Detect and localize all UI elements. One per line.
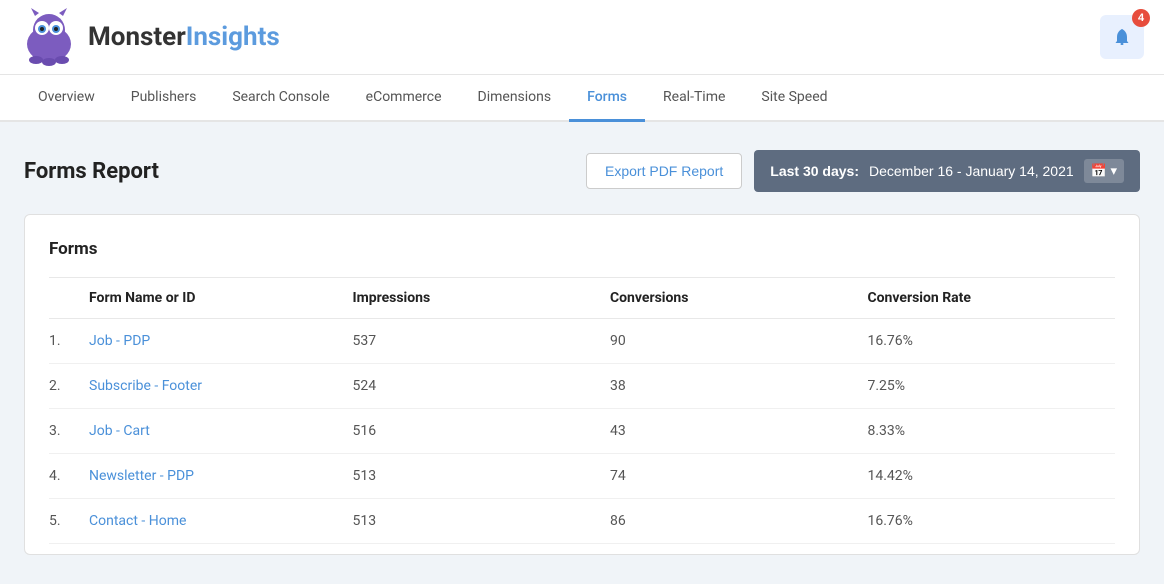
data-table: Form Name or ID Impressions Conversions … (49, 277, 1115, 544)
rate-cell: 7.25% (857, 364, 1115, 409)
export-pdf-button[interactable]: Export PDF Report (586, 153, 742, 189)
page-title: Forms Report (24, 159, 159, 184)
col-header-num (49, 278, 79, 319)
nav-item-forms[interactable]: Forms (569, 75, 645, 122)
form-name-link[interactable]: Subscribe - Footer (89, 378, 202, 394)
col-header-name: Form Name or ID (79, 278, 342, 319)
impressions-cell: 513 (342, 499, 600, 544)
table-card: Forms Form Name or ID Impressions Conver… (24, 214, 1140, 555)
logo-text: MonsterInsights (88, 22, 280, 52)
form-name-link[interactable]: Job - Cart (89, 423, 150, 439)
nav-item-overview[interactable]: Overview (20, 75, 113, 122)
table-section-title: Forms (49, 239, 1115, 259)
notification-button[interactable]: 4 (1100, 15, 1144, 59)
col-header-impressions: Impressions (342, 278, 600, 319)
nav-item-publishers[interactable]: Publishers (113, 75, 215, 122)
impressions-cell: 513 (342, 454, 600, 499)
rate-cell: 16.76% (857, 499, 1115, 544)
form-name-cell: Job - PDP (79, 319, 342, 364)
col-header-conversions: Conversions (600, 278, 858, 319)
table-row: 5. Contact - Home 513 86 16.76% (49, 499, 1115, 544)
nav-item-search-console[interactable]: Search Console (214, 75, 347, 122)
impressions-cell: 516 (342, 409, 600, 454)
header-right: 4 (1100, 15, 1144, 59)
header: MonsterInsights 4 (0, 0, 1164, 75)
conversions-cell: 86 (600, 499, 858, 544)
rate-cell: 8.33% (857, 409, 1115, 454)
page-header-row: Forms Report Export PDF Report Last 30 d… (24, 150, 1140, 192)
conversions-cell: 90 (600, 319, 858, 364)
row-num: 5. (49, 499, 79, 544)
form-name-cell: Job - Cart (79, 409, 342, 454)
nav-item-dimensions[interactable]: Dimensions (460, 75, 570, 122)
logo-area: MonsterInsights (20, 8, 280, 66)
conversions-cell: 43 (600, 409, 858, 454)
conversions-cell: 38 (600, 364, 858, 409)
form-name-cell: Subscribe - Footer (79, 364, 342, 409)
form-name-cell: Newsletter - PDP (79, 454, 342, 499)
page-header-actions: Export PDF Report Last 30 days: December… (586, 150, 1140, 192)
nav-item-ecommerce[interactable]: eCommerce (348, 75, 460, 122)
form-name-cell: Contact - Home (79, 499, 342, 544)
main-content: Forms Report Export PDF Report Last 30 d… (0, 122, 1164, 583)
table-row: 2. Subscribe - Footer 524 38 7.25% (49, 364, 1115, 409)
nav-item-site-speed[interactable]: Site Speed (743, 75, 845, 122)
notification-badge: 4 (1132, 9, 1150, 27)
table-row: 3. Job - Cart 516 43 8.33% (49, 409, 1115, 454)
nav-item-realtime[interactable]: Real-Time (645, 75, 743, 122)
col-header-rate: Conversion Rate (857, 278, 1115, 319)
impressions-cell: 537 (342, 319, 600, 364)
date-range-bold: Last 30 days: (770, 163, 859, 179)
form-name-link[interactable]: Newsletter - PDP (89, 468, 194, 484)
rate-cell: 14.42% (857, 454, 1115, 499)
date-range-button[interactable]: Last 30 days: December 16 - January 14, … (754, 150, 1140, 192)
row-num: 4. (49, 454, 79, 499)
rate-cell: 16.76% (857, 319, 1115, 364)
row-num: 1. (49, 319, 79, 364)
impressions-cell: 524 (342, 364, 600, 409)
bell-icon (1112, 27, 1132, 47)
logo-icon (20, 8, 78, 66)
form-name-link[interactable]: Job - PDP (89, 333, 150, 349)
table-header-row: Form Name or ID Impressions Conversions … (49, 278, 1115, 319)
table-row: 1. Job - PDP 537 90 16.76% (49, 319, 1115, 364)
form-name-link[interactable]: Contact - Home (89, 513, 186, 529)
nav-bar: Overview Publishers Search Console eComm… (0, 75, 1164, 122)
date-range-text: December 16 - January 14, 2021 (869, 163, 1074, 179)
row-num: 3. (49, 409, 79, 454)
row-num: 2. (49, 364, 79, 409)
conversions-cell: 74 (600, 454, 858, 499)
table-row: 4. Newsletter - PDP 513 74 14.42% (49, 454, 1115, 499)
calendar-icon: 📅 ▾ (1084, 159, 1124, 183)
